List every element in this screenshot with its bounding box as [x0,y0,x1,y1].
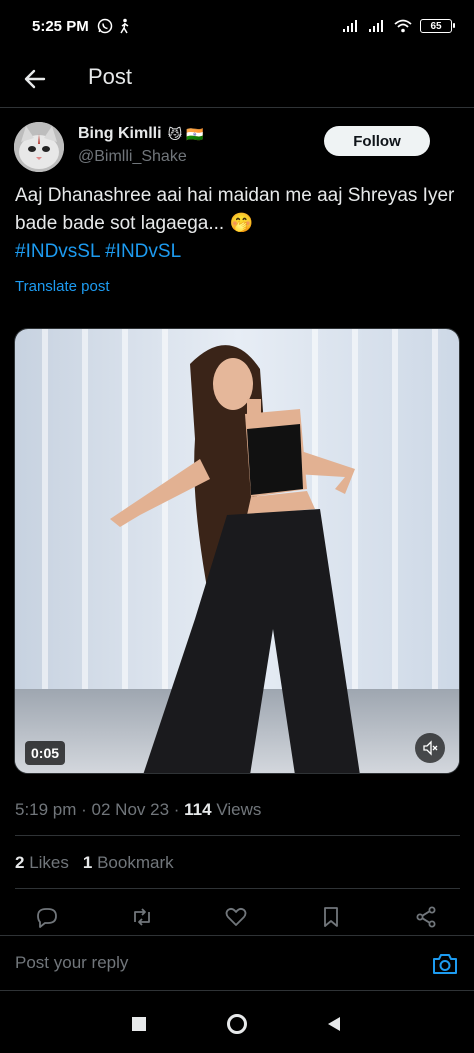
views-label: Views [216,800,262,819]
engagement-stats: 2 Likes 1 Bookmark [15,853,174,873]
cat-avatar-image [14,122,64,172]
walking-icon [120,18,129,34]
video-frame [15,329,459,773]
post-body: Aaj Dhanashree aai hai maidan me aaj Shr… [15,185,455,234]
reply-composer [0,935,474,991]
arrow-left-icon [24,69,46,89]
repost-icon [134,908,150,926]
like-button[interactable] [223,904,249,930]
reply-button[interactable] [34,904,60,930]
camera-button[interactable] [432,952,458,976]
square-icon [132,1017,146,1031]
bookmarks-stat[interactable]: 1 Bookmark [83,853,174,873]
divider [15,888,460,889]
bookmark-button[interactable] [318,904,344,930]
follow-button[interactable]: Follow [324,126,430,156]
likes-stat[interactable]: 2 Likes [15,853,69,873]
likes-label: Likes [29,853,69,872]
views-count: 114 [184,800,212,819]
bookmarks-count: 1 [82,853,93,872]
divider [15,835,460,836]
wifi-icon [394,19,412,33]
signal-icon-2 [369,20,383,32]
post-meta: 5:19 pm · 02 Nov 23 · 114 Views [15,800,262,819]
mute-button[interactable] [415,733,445,763]
reply-input[interactable] [15,950,395,976]
avatar[interactable] [14,122,64,172]
whatsapp-icon [97,18,112,34]
system-nav-bar [0,995,474,1053]
recents-button[interactable] [127,1012,151,1036]
home-button[interactable] [225,1012,249,1036]
triangle-back-icon [328,1017,340,1031]
camera-icon [433,954,457,974]
page-title: Post [88,64,133,89]
likes-count: 2 [15,853,25,872]
author-emoji: 😼 🇮🇳 [167,125,204,142]
heart-icon [225,907,247,926]
status-bar: 5:25 PM 65 [0,0,474,52]
back-button[interactable] [20,64,50,94]
translate-post-link[interactable]: Translate post [15,278,110,295]
video-player[interactable]: 0:05 [14,328,460,774]
status-time: 5:25 PM [32,17,89,35]
share-icon [416,906,436,928]
repost-button[interactable] [129,904,155,930]
post-date: 02 Nov 23 [91,800,170,819]
bookmark-icon [324,907,338,927]
battery-level: 65 [430,20,442,32]
top-bar: Post [0,52,474,108]
post-text: Aaj Dhanashree aai hai maidan me aaj Shr… [15,182,455,266]
share-button[interactable] [413,904,439,930]
battery-icon: 65 [420,19,455,33]
post-author: Bing Kimlli 😼 🇮🇳 @Bimlli_Shake Follow [14,120,460,176]
signal-icon [343,20,357,32]
author-name[interactable]: Bing Kimlli 😼 🇮🇳 [78,125,203,143]
comment-icon [37,908,57,928]
hashtag-links[interactable]: #INDvsSL #INDvSL [15,241,181,262]
post-time: 5:19 pm [15,800,77,819]
author-display-name: Bing Kimlli [78,125,162,142]
author-handle[interactable]: @Bimlli_Shake [78,148,187,166]
action-bar [0,900,474,936]
volume-muted-icon [423,740,438,756]
video-duration: 0:05 [25,741,66,765]
back-nav-button[interactable] [322,1012,346,1036]
circle-icon [227,1014,247,1034]
bookmarks-label: Bookmark [97,853,174,872]
